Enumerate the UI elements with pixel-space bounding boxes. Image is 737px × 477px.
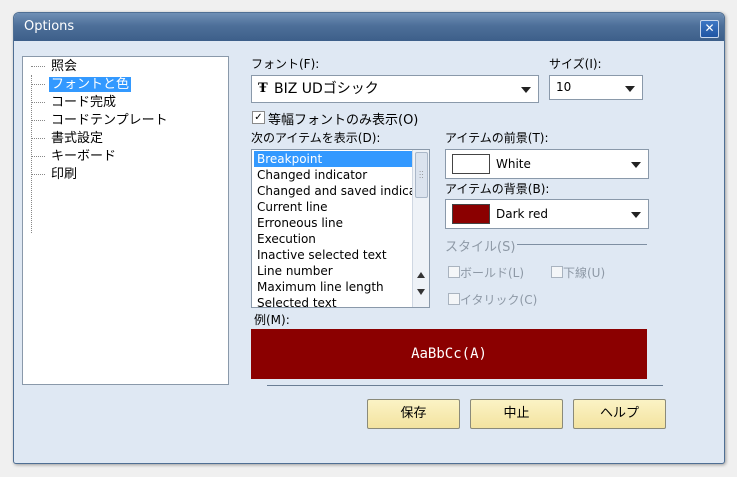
background-label: アイテムの背景(B): bbox=[445, 182, 550, 196]
tree-item-inquiry[interactable]: 照会 bbox=[31, 58, 79, 75]
foreground-select[interactable]: White bbox=[445, 149, 649, 179]
style-group-label: スタイル(S) bbox=[445, 240, 516, 255]
save-button[interactable]: 保存 bbox=[367, 399, 460, 429]
bold-checkbox[interactable] bbox=[448, 266, 460, 278]
scroll-up-icon[interactable] bbox=[417, 272, 425, 278]
italic-checkbox[interactable] bbox=[448, 293, 460, 305]
foreground-value: White bbox=[496, 157, 531, 171]
bottom-separator bbox=[267, 385, 663, 386]
foreground-label: アイテムの前景(T): bbox=[445, 131, 549, 145]
font-value: BIZ UDゴシック bbox=[274, 81, 379, 97]
grip-icon: ·· ·· ·· bbox=[419, 168, 424, 182]
tree-connector bbox=[31, 102, 45, 103]
monospace-only-checkbox[interactable]: ✓ bbox=[252, 111, 265, 124]
chevron-down-icon bbox=[521, 87, 531, 93]
tree-item-label: コード完成 bbox=[51, 95, 117, 110]
size-value: 10 bbox=[556, 80, 572, 94]
tree-item-print[interactable]: 印刷 bbox=[31, 166, 79, 183]
truetype-icon: Ŧ bbox=[258, 81, 268, 96]
background-select[interactable]: Dark red bbox=[445, 199, 649, 229]
tree-item-formatting[interactable]: 書式設定 bbox=[31, 130, 105, 147]
underline-checkbox[interactable] bbox=[551, 266, 563, 278]
background-swatch bbox=[452, 204, 490, 224]
bold-label: ボールド(L) bbox=[460, 266, 525, 280]
sample-preview: AaBbCc(A) bbox=[251, 329, 647, 379]
tree-item-label: フォントと色 bbox=[49, 77, 132, 92]
tree-connector bbox=[31, 66, 45, 67]
tree-item-code-completion[interactable]: コード完成 bbox=[31, 94, 118, 111]
tree-item-label: コードテンプレート bbox=[51, 113, 168, 128]
list-item[interactable]: Line number bbox=[254, 263, 413, 279]
underline-label: 下線(U) bbox=[563, 266, 606, 280]
tree-item-code-templates[interactable]: コードテンプレート bbox=[31, 112, 170, 129]
tree-connector bbox=[31, 174, 45, 175]
sample-text: AaBbCc(A) bbox=[411, 346, 487, 362]
sample-label: 例(M): bbox=[254, 313, 290, 327]
items-list-label: 次のアイテムを表示(D): bbox=[251, 131, 381, 145]
list-item[interactable]: Changed and saved indicat bbox=[254, 183, 413, 199]
window-title: Options bbox=[24, 19, 75, 34]
scroll-down-icon[interactable] bbox=[417, 289, 425, 295]
tree-item-fonts-and-colors[interactable]: フォントと色 bbox=[31, 76, 132, 93]
list-item[interactable]: Erroneous line bbox=[254, 215, 413, 231]
tree-connector bbox=[31, 84, 45, 85]
chevron-down-icon bbox=[631, 162, 641, 168]
category-tree[interactable]: 照会 フォントと色 コード完成 コードテンプレート 書式設定 キーボード 印刷 bbox=[22, 56, 229, 385]
close-icon[interactable]: ✕ bbox=[700, 20, 719, 38]
foreground-swatch bbox=[452, 154, 490, 174]
tree-item-keyboard[interactable]: キーボード bbox=[31, 148, 118, 165]
tree-connector bbox=[31, 156, 45, 157]
list-item-breakpoint[interactable]: Breakpoint bbox=[254, 151, 413, 167]
size-label: サイズ(I): bbox=[549, 57, 602, 71]
title-bar[interactable]: Options ✕ bbox=[14, 13, 724, 41]
tree-connector bbox=[31, 120, 45, 121]
cancel-button[interactable]: 中止 bbox=[470, 399, 563, 429]
font-label: フォント(F): bbox=[251, 57, 320, 71]
scrollbar-thumb[interactable]: ·· ·· ·· bbox=[415, 152, 428, 198]
font-select[interactable]: Ŧ BIZ UDゴシック bbox=[251, 75, 539, 103]
chevron-down-icon bbox=[625, 85, 635, 92]
list-item[interactable]: Maximum line length bbox=[254, 279, 413, 295]
background-value: Dark red bbox=[496, 207, 548, 221]
list-item[interactable]: Inactive selected text bbox=[254, 247, 413, 263]
list-item[interactable]: Execution bbox=[254, 231, 413, 247]
tree-item-label: 印刷 bbox=[51, 167, 78, 182]
list-item[interactable]: Selected text bbox=[254, 295, 413, 307]
tree-item-label: キーボード bbox=[51, 149, 117, 164]
chevron-down-icon bbox=[631, 212, 641, 218]
tree-item-label: 書式設定 bbox=[51, 131, 104, 146]
tree-item-label: 照会 bbox=[51, 59, 78, 74]
tree-connector bbox=[31, 138, 45, 139]
list-item[interactable]: Changed indicator bbox=[254, 167, 413, 183]
italic-label: イタリック(C) bbox=[460, 293, 538, 307]
display-items-list[interactable]: Breakpoint Changed indicator Changed and… bbox=[251, 149, 430, 308]
options-dialog: Options ✕ 照会 フォントと色 コード完成 コードテンプレート 書式設定… bbox=[13, 12, 725, 464]
list-item[interactable]: Current line bbox=[254, 199, 413, 215]
style-separator bbox=[517, 244, 647, 245]
size-select[interactable]: 10 bbox=[549, 75, 643, 100]
list-scrollbar[interactable]: ·· ·· ·· bbox=[412, 150, 429, 307]
monospace-only-label: 等幅フォントのみ表示(O) bbox=[268, 113, 419, 128]
help-button[interactable]: ヘルプ bbox=[573, 399, 666, 429]
